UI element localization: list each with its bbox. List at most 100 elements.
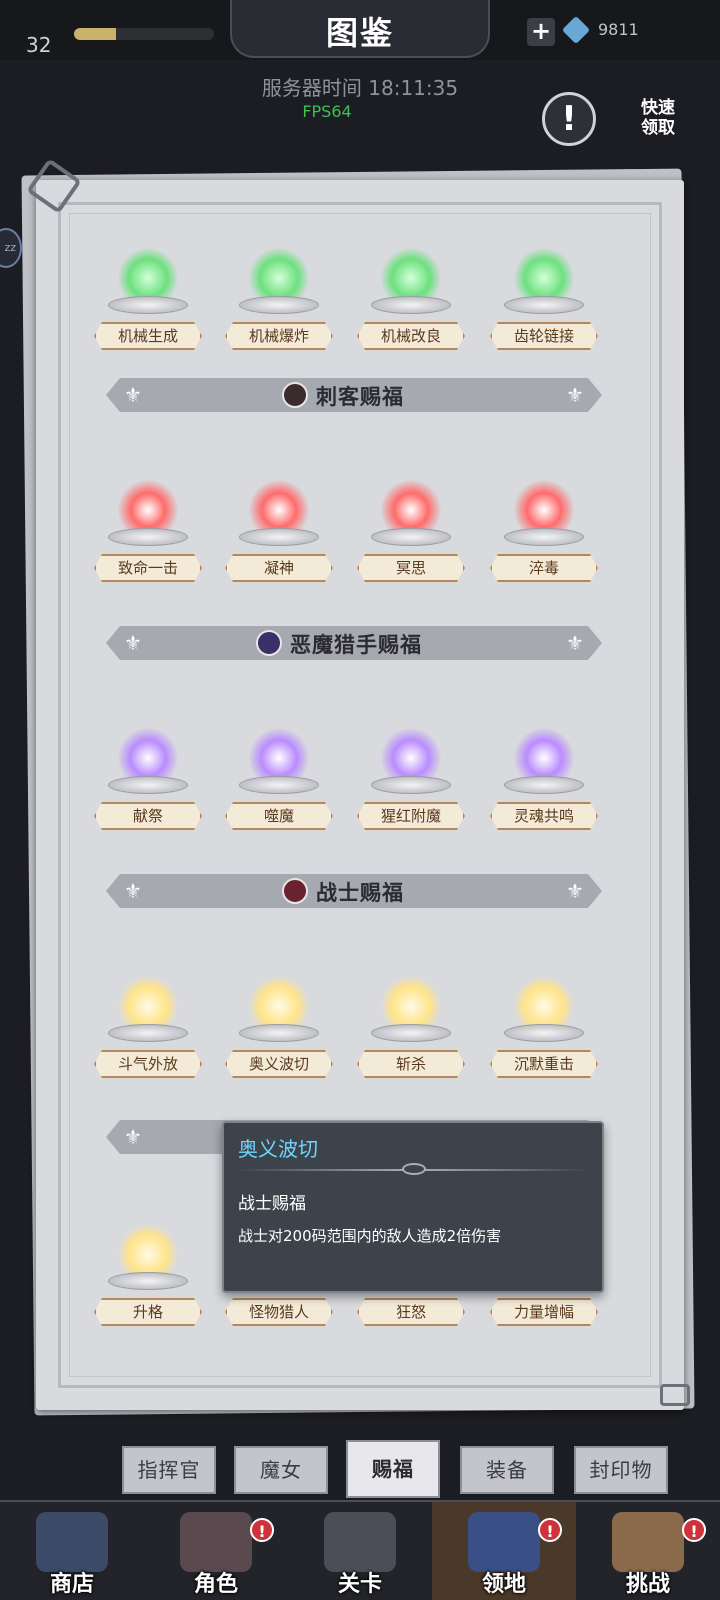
pedestal [108,1024,188,1042]
player-level: 32 [26,33,52,57]
pedestal [371,296,451,314]
divider-ornament-icon [402,1163,426,1175]
quick-claim-label-1: 快速 [641,98,675,118]
skill-item[interactable]: 机械改良 [357,248,465,358]
skill-row: 致命一击 凝神 冥思 淬毒 [94,480,626,590]
skill-label: 齿轮链接 [490,322,598,350]
skill-label: 机械改良 [357,322,465,350]
pedestal [108,776,188,794]
castle-icon [468,1512,540,1572]
fleur-icon: ⚜ [566,383,584,407]
xp-bar-fill [74,28,116,40]
skill-item[interactable]: 机械爆炸 [225,248,333,358]
skill-label: 沉默重击 [490,1050,598,1078]
character-icon [180,1512,252,1572]
skill-item[interactable]: 齿轮链接 [490,248,598,358]
skill-label: 机械爆炸 [225,322,333,350]
skill-label: 猩红附魔 [357,802,465,830]
fleur-icon: ⚜ [124,1125,142,1149]
skill-item[interactable]: 斩杀 [357,976,465,1086]
notification-badge: ! [250,1518,274,1542]
skill-item[interactable]: 冥思 [357,480,465,590]
pedestal [239,296,319,314]
tab-blessing[interactable]: 赐福 [346,1440,440,1498]
pedestal [504,776,584,794]
fleur-icon: ⚜ [124,383,142,407]
fleur-icon: ⚜ [566,631,584,655]
skill-item[interactable]: 致命一击 [94,480,202,590]
skill-tooltip: 奥义波切 战士赐福 战士对200码范围内的敌人造成2倍伤害 [222,1121,604,1293]
tooltip-category: 战士赐福 [238,1194,306,1214]
nav-territory[interactable]: ! 领地 [432,1502,576,1600]
challenge-map-icon [612,1512,684,1572]
title-plate: 图鉴 [230,0,490,58]
bottom-nav: 商店 ! 角色 关卡 ! 领地 ! 挑战 [0,1500,720,1600]
tab-witch[interactable]: 魔女 [234,1446,328,1494]
nav-stage[interactable]: 关卡 [288,1502,432,1600]
pedestal [239,1024,319,1042]
skill-item[interactable]: 升格 [94,1224,202,1334]
skill-item[interactable]: 献祭 [94,728,202,838]
skill-item[interactable]: 凝神 [225,480,333,590]
pedestal [239,776,319,794]
nav-challenge[interactable]: ! 挑战 [576,1502,720,1600]
skill-label: 凝神 [225,554,333,582]
warrior-emblem-icon [282,878,308,904]
pedestal [108,528,188,546]
fleur-icon: ⚜ [124,631,142,655]
nav-character[interactable]: ! 角色 [144,1502,288,1600]
skill-item[interactable]: 奥义波切 [225,976,333,1086]
nav-label: 挑战 [625,1572,670,1597]
nav-label: 领地 [481,1572,526,1597]
pedestal [504,528,584,546]
assassin-emblem-icon [282,382,308,408]
skill-label: 升格 [94,1298,202,1326]
tooltip-description: 战士对200码范围内的敌人造成2倍伤害 [238,1227,502,1245]
tab-seal[interactable]: 封印物 [574,1446,668,1494]
pedestal [239,528,319,546]
skill-item[interactable]: 猩红附魔 [357,728,465,838]
skill-label: 怪物猎人 [225,1298,333,1326]
server-time: 服务器时间 18:11:35 [261,76,459,100]
top-hud: 32 图鉴 + 9811 [0,0,720,60]
exclamation-icon[interactable]: ! [542,92,596,146]
skill-item[interactable]: 淬毒 [490,480,598,590]
tab-commander[interactable]: 指挥官 [122,1446,216,1494]
section-banner-demon-hunter: ⚜ 恶魔猎手赐福 ⚜ [106,626,602,660]
skill-item[interactable]: 灵魂共鸣 [490,728,598,838]
section-title: 战士赐福 [316,881,404,905]
notification-badge: ! [538,1518,562,1542]
notification-badge: ! [682,1518,706,1542]
skill-label: 献祭 [94,802,202,830]
skill-label: 奥义波切 [225,1050,333,1078]
plus-icon[interactable]: + [527,18,555,46]
chat-bubble-icon[interactable]: zz [0,228,22,268]
tab-equipment[interactable]: 装备 [460,1446,554,1494]
section-title: 恶魔猎手赐福 [290,633,422,657]
pedestal [504,296,584,314]
skill-label: 灵魂共鸣 [490,802,598,830]
nav-shop[interactable]: 商店 [0,1502,144,1600]
nav-label: 商店 [49,1572,94,1597]
skill-item[interactable]: 沉默重击 [490,976,598,1086]
skill-label: 斩杀 [357,1050,465,1078]
pedestal [371,528,451,546]
diamond-icon [561,15,591,45]
skill-item[interactable]: 机械生成 [94,248,202,358]
skill-label: 冥思 [357,554,465,582]
skill-label: 噬魔 [225,802,333,830]
gem-count: 9811 [598,20,639,39]
skill-row: 献祭 噬魔 猩红附魔 灵魂共鸣 [94,728,626,838]
fleur-icon: ⚜ [124,879,142,903]
xp-bar [74,28,214,40]
section-banner-assassin: ⚜ 刺客赐福 ⚜ [106,378,602,412]
quick-claim-button[interactable]: 快速 领取 [636,98,680,138]
skill-item[interactable]: 斗气外放 [94,976,202,1086]
skill-label: 致命一击 [94,554,202,582]
pedestal [371,776,451,794]
pedestal [108,296,188,314]
skill-label: 斗气外放 [94,1050,202,1078]
section-banner-warrior: ⚜ 战士赐福 ⚜ [106,874,602,908]
skill-item[interactable]: 噬魔 [225,728,333,838]
skill-row: 斗气外放 奥义波切 斩杀 沉默重击 [94,976,626,1086]
